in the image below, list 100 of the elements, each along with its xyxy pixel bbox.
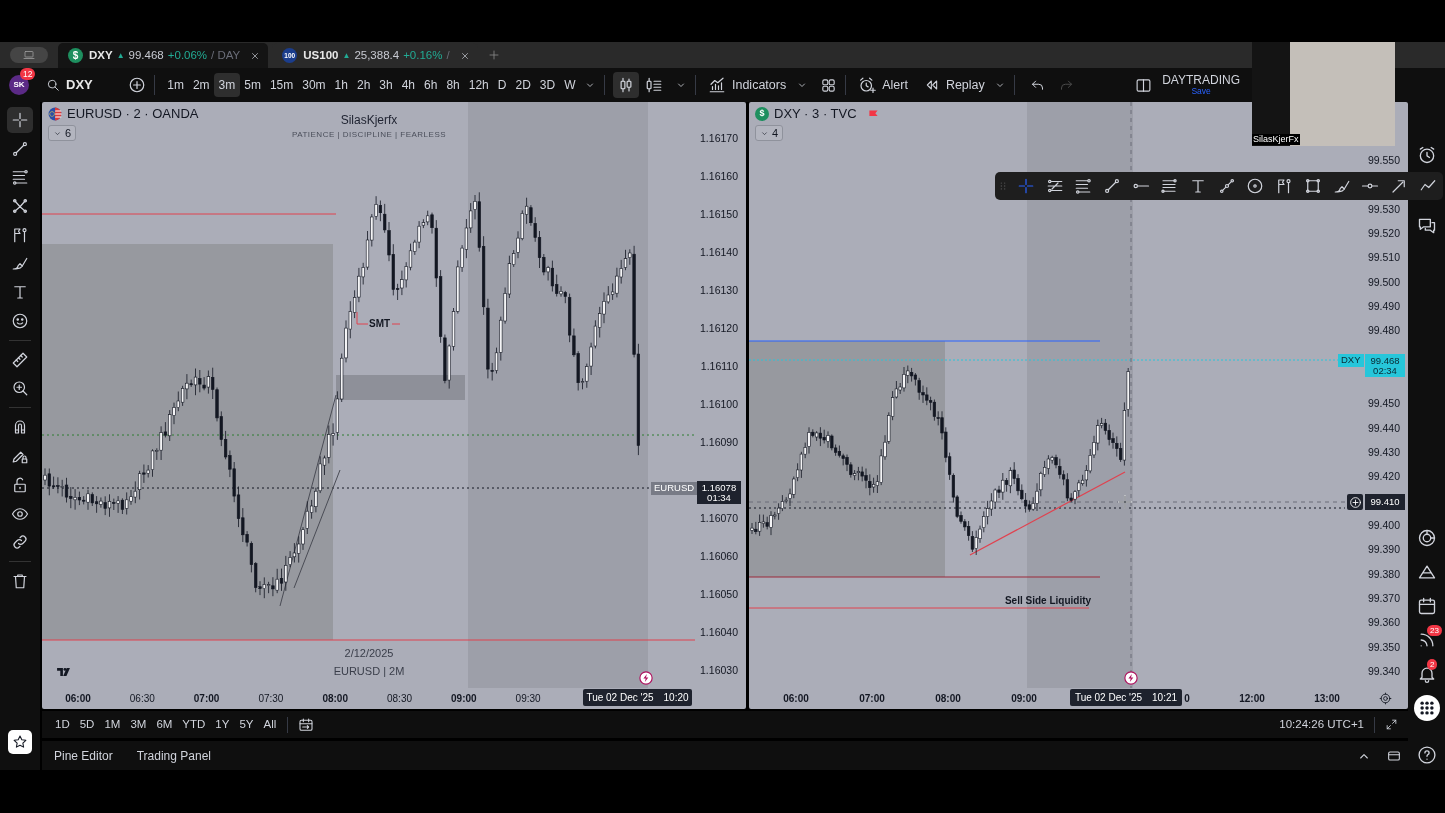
panel-tab[interactable]: Pine Editor <box>54 746 113 765</box>
range-button[interactable]: 5Y <box>234 714 259 735</box>
price-axis-label: 1.16040 <box>700 626 738 638</box>
price-axis-label: 99.550 <box>1367 154 1400 166</box>
time-axis-label: 09:30 <box>515 693 541 705</box>
target-icon[interactable] <box>1416 528 1437 548</box>
chart-type-button[interactable] <box>613 72 639 98</box>
gear-icon[interactable] <box>1379 692 1392 705</box>
calendar-icon[interactable] <box>1416 596 1437 616</box>
watermark-caption: EURUSD | 2M <box>333 665 405 678</box>
layout-grid-icon[interactable] <box>820 76 838 94</box>
time-axis-label: 06:00 <box>65 693 91 705</box>
price-axis-label: 99.510 <box>1367 251 1400 264</box>
chat-icon[interactable] <box>1416 216 1437 236</box>
apps-icon[interactable] <box>1413 695 1440 721</box>
undo-icon[interactable] <box>1029 77 1045 93</box>
chart-annotation: SMT <box>369 318 391 330</box>
timeframe-button[interactable]: 5m <box>239 73 266 97</box>
indicators-button[interactable]: Indicators <box>708 75 787 95</box>
plus-icon[interactable] <box>487 49 500 61</box>
help-icon[interactable] <box>1416 745 1437 765</box>
time-axis-label: 09:00 <box>1011 693 1037 705</box>
time-axis-label: 08:00 <box>322 693 348 705</box>
fib-channel-icon <box>1045 177 1064 195</box>
price-axis-label: 99.370 <box>1367 591 1400 604</box>
timeframe-button[interactable]: 2D <box>510 73 536 97</box>
layout-name-button[interactable]: DAYTRADING Save <box>1162 74 1240 96</box>
time-axis-label: 13:00 <box>1314 693 1340 705</box>
timeframe-button[interactable]: 2m <box>188 73 215 97</box>
price-axis-label: 99.430 <box>1367 446 1400 458</box>
time-axis-label: 09:00 <box>451 693 477 705</box>
timeframe-button[interactable]: 2h <box>352 73 375 97</box>
panel-tab[interactable]: Trading Panel <box>136 746 211 765</box>
crosshair-icon <box>11 111 29 129</box>
split-layout-icon[interactable] <box>1135 76 1153 94</box>
symbol-logo: $ <box>68 48 83 63</box>
timeframe-button[interactable]: 8h <box>441 73 465 97</box>
plus-circle-icon <box>1348 495 1362 509</box>
time-axis-label: 0 <box>1184 693 1190 705</box>
time-axis-label: 06:00 <box>783 693 809 705</box>
fib-levels-icon <box>11 168 29 187</box>
close-icon[interactable] <box>250 50 261 61</box>
timeframe-button[interactable]: D <box>493 73 511 97</box>
crosshair-time-label: Tue 02 Dec '25 10:21 <box>1070 689 1182 706</box>
symbol-label: EURUSD <box>651 482 698 495</box>
timeframe-button[interactable]: 30m <box>297 73 331 97</box>
symbol-search-button[interactable]: DXY <box>46 75 93 95</box>
notification-badge: 2 <box>1427 659 1438 670</box>
node-line-icon <box>1217 177 1236 195</box>
timeframe-button[interactable]: 3m <box>214 73 240 97</box>
lightning-icon[interactable] <box>639 671 653 685</box>
fib-levels-icon <box>1074 177 1093 195</box>
search-icon <box>46 78 60 92</box>
timeframe-button[interactable]: 3D <box>535 73 560 97</box>
range-button[interactable]: 1D <box>50 714 75 735</box>
drag-handle-icon[interactable] <box>998 179 1008 193</box>
timeframe-button[interactable]: 3h <box>374 73 398 97</box>
timeframe-button[interactable]: 6h <box>419 73 442 97</box>
crosshair-icon <box>1016 177 1035 195</box>
smt-line <box>356 311 401 325</box>
trend-line-icon <box>11 139 29 158</box>
range-button[interactable]: 5D <box>74 714 100 735</box>
window-button[interactable] <box>10 47 48 63</box>
price-axis-label: 99.400 <box>1367 518 1400 531</box>
price-axis-label: 1.16170 <box>700 132 738 144</box>
pattern-icon <box>11 197 29 216</box>
flag-pole-icon <box>1275 177 1294 195</box>
price-label: 1.16078 01:34 <box>697 481 741 504</box>
range-button[interactable]: All <box>258 714 282 735</box>
favorites-button[interactable] <box>8 730 32 754</box>
indicator-toggle-button[interactable]: 4 <box>755 125 784 141</box>
range-button[interactable]: YTD <box>177 714 211 735</box>
participant-name: SilasKjerFx <box>1252 134 1300 145</box>
indicator-toggle-button[interactable]: 6 <box>48 125 77 141</box>
timeframe-button[interactable]: W <box>559 73 580 97</box>
timeframe-button[interactable]: 1m <box>162 73 189 97</box>
replay-button[interactable]: Replay <box>923 75 985 95</box>
tab[interactable]: $ DXY ▲ 99.468 +0.06% / DAY <box>58 43 269 68</box>
watermark-title: SilasKjerfx <box>340 113 398 127</box>
add-alert-button[interactable] <box>1347 494 1363 510</box>
timeframe-button[interactable]: 4h <box>397 73 420 97</box>
price-axis-label: 99.450 <box>1367 397 1400 410</box>
plus-circle-icon[interactable] <box>127 76 146 94</box>
price-axis-label: 99.500 <box>1367 275 1400 288</box>
range-button[interactable]: 3M <box>125 714 152 735</box>
range-button[interactable]: 1Y <box>210 714 235 735</box>
close-icon[interactable] <box>459 50 470 61</box>
crosshair-cursor-icon <box>1118 495 1132 509</box>
alert-button[interactable]: Alert <box>858 75 908 95</box>
expand-icon[interactable] <box>1385 718 1398 731</box>
price-axis-label: 1.16150 <box>700 208 738 220</box>
time-axis-label: 06:30 <box>129 693 155 705</box>
drawing-tool-button[interactable] <box>7 107 33 133</box>
lightning-icon[interactable] <box>1124 671 1138 685</box>
price-axis-label: 99.420 <box>1367 470 1400 483</box>
range-button[interactable]: 1M <box>99 714 126 735</box>
timeframe-button[interactable]: 12h <box>464 73 494 97</box>
timeframe-button[interactable]: 1h <box>330 73 353 97</box>
range-button[interactable]: 6M <box>151 714 178 735</box>
timeframe-button[interactable]: 15m <box>265 73 298 97</box>
